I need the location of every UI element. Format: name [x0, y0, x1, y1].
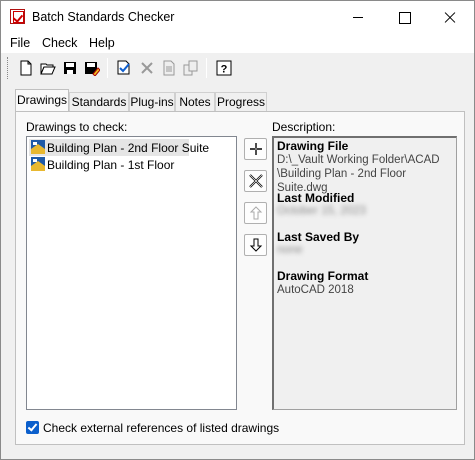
- dwg-file-icon: [31, 157, 45, 171]
- move-down-button[interactable]: [244, 234, 267, 256]
- menu-bar: File Check Help: [1, 33, 474, 53]
- toolbar: ?: [1, 53, 474, 83]
- window-title: Batch Standards Checker: [32, 10, 175, 24]
- list-item[interactable]: Building Plan - 2nd Floor Suite: [29, 139, 209, 156]
- drawing-file-heading: Drawing File: [277, 139, 349, 153]
- last-modified-heading: Last Modified: [277, 191, 355, 205]
- description-label: Description:: [272, 120, 336, 134]
- add-drawing-icon: [117, 60, 130, 75]
- last-modified-value: October 15, 2023: [277, 205, 366, 217]
- batch-standards-checker-window: Batch Standards Checker File Check Help: [0, 0, 475, 460]
- save-icon: [64, 62, 76, 74]
- menu-check[interactable]: Check: [42, 36, 77, 50]
- remove-drawing-icon: [141, 62, 153, 74]
- arrow-up-icon: [249, 206, 263, 220]
- tab-plug-ins[interactable]: Plug-ins: [129, 92, 175, 111]
- menu-help[interactable]: Help: [89, 36, 115, 50]
- drawing-name: Building Plan - 2nd Floor Suite: [47, 141, 210, 155]
- add-drawing-button[interactable]: [114, 58, 134, 78]
- plus-icon: [250, 143, 262, 155]
- check-standards-button[interactable]: [181, 58, 201, 78]
- arrow-down-icon: [249, 238, 263, 252]
- drawing-format-heading: Drawing Format: [277, 269, 369, 283]
- drawing-file-section: Drawing File D:\_Vault Working Folder\AC…: [277, 139, 456, 195]
- last-saved-by-section: Last Saved By none: [277, 230, 359, 256]
- tab-standards[interactable]: Standards: [69, 92, 129, 111]
- save-button[interactable]: [60, 58, 80, 78]
- help-button[interactable]: ?: [214, 58, 234, 78]
- new-button[interactable]: [16, 58, 36, 78]
- drawings-to-check-label: Drawings to check:: [26, 120, 128, 134]
- close-button[interactable]: [427, 1, 473, 33]
- check-xrefs-checkbox[interactable]: [26, 421, 39, 434]
- close-icon: [249, 174, 263, 188]
- last-modified-section: Last Modified October 15, 2023: [277, 191, 366, 217]
- svg-text:?: ?: [221, 64, 228, 76]
- toolbar-grip[interactable]: [7, 57, 10, 79]
- toolbar-separator: [206, 58, 207, 78]
- help-icon: ?: [216, 60, 232, 76]
- menu-file[interactable]: File: [10, 36, 30, 50]
- drawings-panel: Drawings to check: Building Plan - 2nd F…: [15, 111, 465, 445]
- open-icon: [40, 63, 56, 75]
- drawing-format-value: AutoCAD 2018: [277, 284, 354, 296]
- open-button[interactable]: [38, 58, 58, 78]
- app-check-icon: [10, 9, 25, 24]
- maximize-button[interactable]: [381, 1, 427, 33]
- title-bar[interactable]: Batch Standards Checker: [1, 1, 474, 33]
- drawing-name: Building Plan - 1st Floor: [47, 158, 175, 172]
- last-saved-by-value: none: [277, 244, 303, 256]
- move-up-button[interactable]: [244, 202, 267, 224]
- list-item[interactable]: Building Plan - 1st Floor: [29, 156, 189, 173]
- tab-notes[interactable]: Notes: [175, 92, 215, 111]
- check-xrefs-label[interactable]: Check external references of listed draw…: [43, 421, 279, 435]
- tab-drawings[interactable]: Drawings: [15, 89, 69, 111]
- standards-file-icon: [163, 60, 175, 76]
- add-drawing-side-button[interactable]: [244, 138, 267, 160]
- remove-drawing-button[interactable]: [137, 58, 157, 78]
- save-as-button[interactable]: [82, 58, 102, 78]
- drawing-file-path-line1: D:\_Vault Working Folder\ACAD: [277, 154, 440, 166]
- drawings-list[interactable]: Building Plan - 2nd Floor Suite Building…: [26, 136, 237, 410]
- save-as-icon: [85, 62, 100, 76]
- description-box: Drawing File D:\_Vault Working Folder\AC…: [272, 136, 457, 410]
- toolbar-separator: [107, 58, 108, 78]
- remove-drawing-side-button[interactable]: [244, 170, 267, 192]
- tab-strip: Drawings Standards Plug-ins Notes Progre…: [15, 89, 465, 111]
- dwg-file-icon: [31, 140, 45, 154]
- last-saved-by-heading: Last Saved By: [277, 230, 360, 244]
- standards-file-button[interactable]: [159, 58, 179, 78]
- drawing-format-section: Drawing Format AutoCAD 2018: [277, 269, 368, 297]
- check-standards-icon: [183, 60, 198, 76]
- tab-progress[interactable]: Progress: [215, 92, 267, 111]
- minimize-button[interactable]: [335, 1, 381, 33]
- new-icon: [20, 60, 32, 76]
